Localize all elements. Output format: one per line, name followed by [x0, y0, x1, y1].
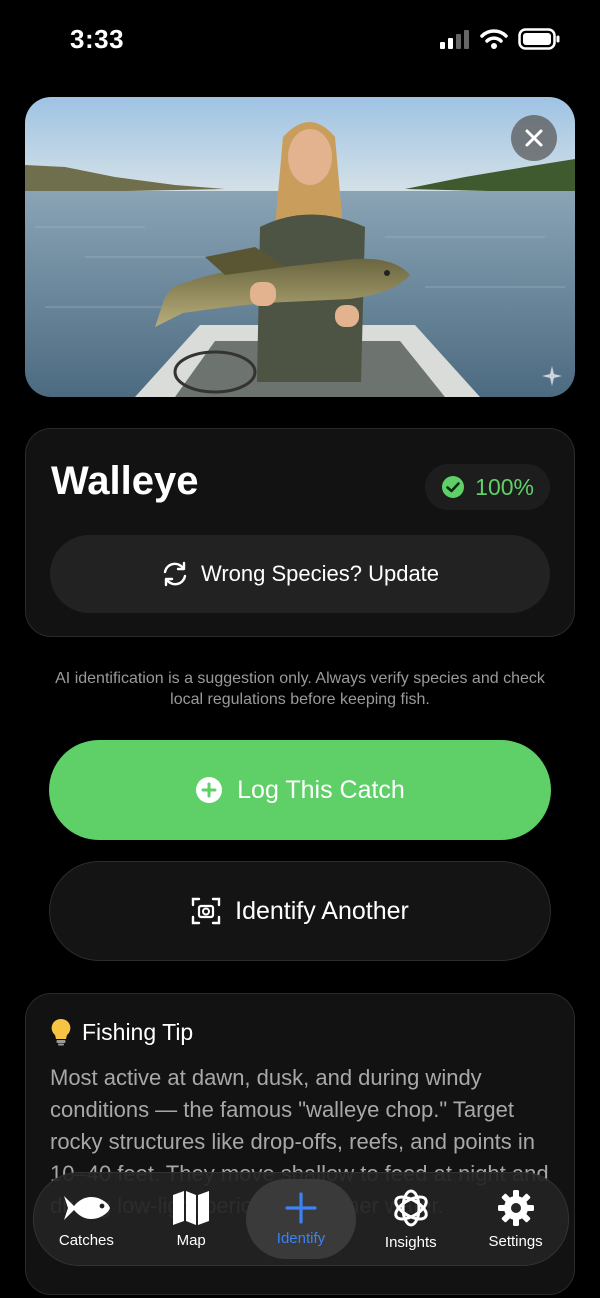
fish-icon: [64, 1195, 111, 1220]
fishing-tip-title: Fishing Tip: [82, 1018, 194, 1045]
log-catch-button[interactable]: Log This Catch: [49, 740, 551, 840]
status-bar: 3:33: [0, 0, 600, 80]
species-name: Walleye: [51, 459, 199, 503]
identification-result-card: Walleye 100% Wrong Species? Update: [25, 428, 575, 637]
close-button[interactable]: [511, 115, 557, 161]
plus-icon: [285, 1191, 317, 1224]
fishing-tip-header: Fishing Tip: [50, 1018, 193, 1046]
sparkle-icon: [542, 366, 562, 386]
tab-bar: Catches Map Identify Insights Settings: [33, 1172, 569, 1266]
check-circle-icon: [442, 476, 465, 498]
tab-map[interactable]: Map: [141, 1179, 241, 1259]
log-catch-label: Log This Catch: [237, 775, 405, 804]
catch-photo: [25, 97, 575, 397]
refresh-icon: [163, 561, 187, 587]
wifi-icon: [480, 29, 508, 49]
confidence-value: 100%: [475, 473, 534, 500]
tab-catches-label: Catches: [58, 1231, 114, 1249]
tab-map-label: Map: [176, 1231, 206, 1249]
wrong-species-update-button[interactable]: Wrong Species? Update: [50, 535, 550, 613]
tab-identify[interactable]: Identify: [245, 1179, 356, 1259]
tab-catches[interactable]: Catches: [36, 1179, 136, 1259]
tab-identify-label: Identify: [276, 1229, 326, 1247]
gear-icon: [497, 1189, 534, 1226]
tab-insights-label: Insights: [384, 1233, 437, 1251]
lightbulb-icon: [51, 1018, 71, 1046]
battery-icon: [518, 28, 560, 50]
ai-disclaimer: AI identification is a suggestion only. …: [55, 670, 545, 708]
close-icon: [525, 129, 543, 147]
identify-another-button[interactable]: Identify Another: [49, 861, 551, 961]
tab-settings[interactable]: Settings: [466, 1179, 566, 1259]
plus-circle-icon: [196, 777, 223, 803]
status-time: 3:33: [70, 24, 125, 54]
tab-settings-label: Settings: [488, 1232, 543, 1250]
tab-insights[interactable]: Insights: [361, 1179, 461, 1259]
confidence-badge: 100%: [425, 464, 550, 510]
insights-icon: [394, 1189, 428, 1226]
map-icon: [173, 1190, 210, 1225]
status-icons: [440, 28, 560, 50]
cellular-signal-icon: [440, 30, 469, 49]
catch-photo-image: [25, 97, 575, 397]
wrong-species-label: Wrong Species? Update: [200, 561, 440, 586]
camera-scan-icon: [191, 897, 221, 925]
identify-another-label: Identify Another: [235, 896, 409, 925]
